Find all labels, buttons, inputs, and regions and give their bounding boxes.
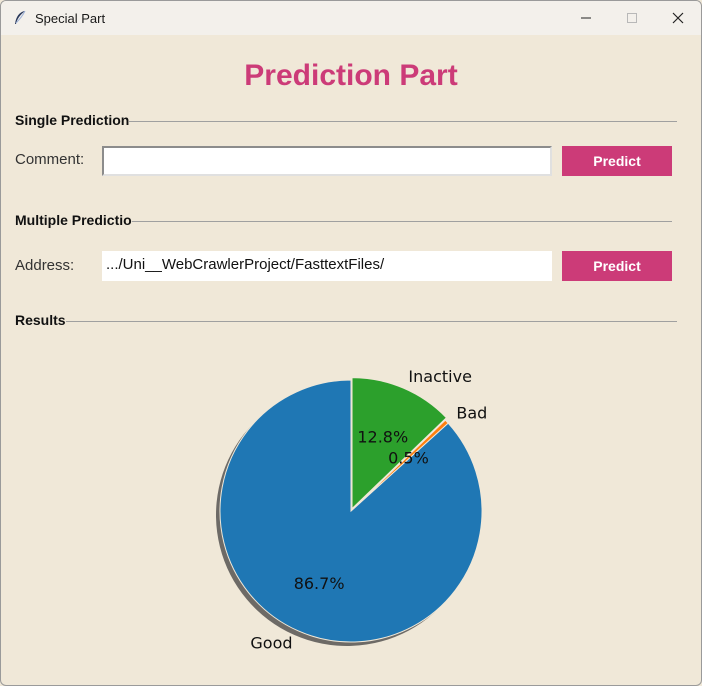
pie-label-inactive: Inactive bbox=[408, 367, 472, 386]
results-pie-chart: Good 86.7% Bad 0.5% Inactive 12.8% bbox=[216, 367, 487, 653]
pie-pct-inactive: 12.8% bbox=[357, 427, 408, 446]
app-window: Special Part Prediction Part Single Pred… bbox=[0, 0, 702, 686]
pie-pct-bad: 0.5% bbox=[388, 448, 429, 467]
pie-slices bbox=[219, 377, 483, 643]
pie-label-good: Good bbox=[250, 634, 292, 653]
pie-label-bad: Bad bbox=[456, 404, 487, 423]
pie-pct-good: 86.7% bbox=[294, 574, 345, 593]
